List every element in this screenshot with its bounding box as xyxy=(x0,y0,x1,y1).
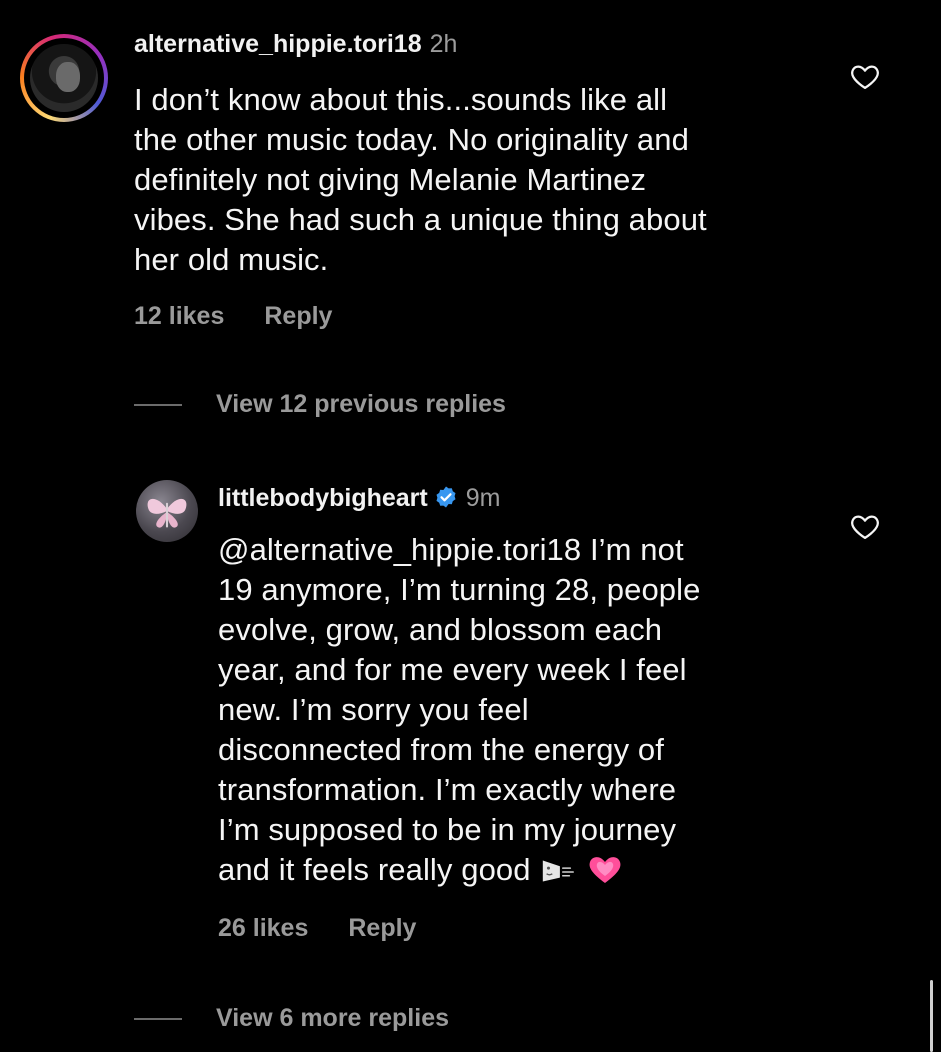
comment-line: year, and for me every week I feel xyxy=(218,652,687,687)
butterfly-icon xyxy=(147,498,187,528)
comment-line: I’m supposed to be in my journey xyxy=(218,812,677,847)
comment-header: littlebodybigheart 9m xyxy=(218,484,500,513)
likes-count[interactable]: 12 likes xyxy=(134,302,224,330)
view-replies-row[interactable]: View 6 more replies xyxy=(134,1004,449,1033)
divider xyxy=(134,1017,182,1020)
growing-heart-emoji-icon xyxy=(589,857,621,883)
username[interactable]: alternative_hippie.tori18 xyxy=(134,30,422,58)
comment-line: I don’t know about this...sounds like al… xyxy=(134,82,668,117)
comment-line-last: and it feels really good xyxy=(218,850,838,890)
comment-line: her old music. xyxy=(134,242,329,277)
comment-meta: 26 likes Reply xyxy=(218,914,456,943)
comment-line: and it feels really good xyxy=(218,852,531,887)
reply-button[interactable]: Reply xyxy=(348,914,416,942)
comment-body: I don’t know about this...sounds like al… xyxy=(134,80,834,280)
comment-line: the other music today. No originality an… xyxy=(134,122,689,157)
comment-line: @alternative_hippie.tori18 I’m not xyxy=(218,532,684,567)
reply-button[interactable]: Reply xyxy=(264,302,332,330)
avatar[interactable] xyxy=(136,480,198,542)
verified-badge-icon xyxy=(436,486,456,508)
heart-icon[interactable] xyxy=(850,62,880,90)
comment-line: vibes. She had such a unique thing about xyxy=(134,202,707,237)
comment-body: @alternative_hippie.tori18 I’m not 19 an… xyxy=(218,530,838,890)
avatar[interactable] xyxy=(20,34,108,122)
comment-header: alternative_hippie.tori18 2h xyxy=(134,30,457,59)
comment-meta: 12 likes Reply xyxy=(134,302,372,331)
timestamp: 9m xyxy=(465,484,501,512)
likes-count[interactable]: 26 likes xyxy=(218,914,308,942)
comment-line: definitely not giving Melanie Martinez xyxy=(134,162,647,197)
divider xyxy=(134,403,182,406)
comment-line: evolve, grow, and blossom each xyxy=(218,612,663,647)
comment-2: littlebodybigheart 9m @alternative_hippi… xyxy=(0,460,941,1052)
comment-line: disconnected from the energy of xyxy=(218,732,664,767)
timestamp: 2h xyxy=(429,30,458,58)
username[interactable]: littlebodybigheart xyxy=(218,484,428,512)
comment-line: new. I’m sorry you feel xyxy=(218,692,529,727)
comment-line: transformation. I’m exactly where xyxy=(218,772,677,807)
view-more-replies-button[interactable]: View 6 more replies xyxy=(216,1004,449,1033)
comment-1: alternative_hippie.tori18 2h I don’t know… xyxy=(0,0,941,450)
view-previous-replies-button[interactable]: View 12 previous replies xyxy=(216,390,506,419)
view-replies-row[interactable]: View 12 previous replies xyxy=(134,390,506,419)
heart-icon[interactable] xyxy=(850,512,880,540)
comment-line: 19 anymore, I’m turning 28, people xyxy=(218,572,701,607)
scrollbar[interactable] xyxy=(930,980,933,1052)
wind-face-emoji-icon xyxy=(542,860,574,882)
